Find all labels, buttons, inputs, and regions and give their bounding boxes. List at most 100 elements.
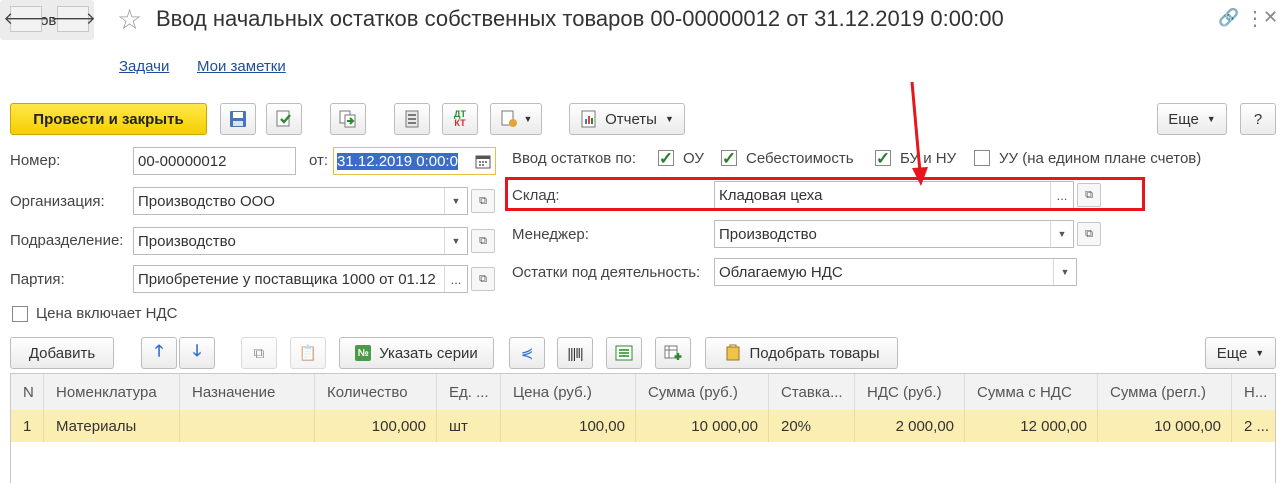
manager-value: Производство — [719, 225, 817, 243]
chevron-down-icon[interactable]: ▼ — [1053, 259, 1076, 285]
date-field[interactable]: 31.12.2019 0:00:0 — [333, 147, 496, 175]
choose-button[interactable]: ... — [444, 266, 467, 292]
check-icon: ✓ — [658, 148, 674, 168]
pick-goods-button[interactable]: Подобрать товары — [705, 337, 898, 369]
move-down-button[interactable]: 🡓 — [179, 337, 215, 369]
column-header[interactable]: НДС (руб.) — [855, 374, 965, 410]
column-header[interactable]: Ед. ... — [437, 374, 501, 410]
paste-icon: 📋 — [298, 345, 318, 362]
move-up-button[interactable]: 🡑 — [141, 337, 177, 369]
tab-tasks[interactable]: Задачи — [119, 58, 169, 75]
cell-quantity[interactable]: 100,000 — [315, 410, 437, 442]
create-document-button[interactable]: ▼ — [490, 103, 542, 135]
goods-table[interactable]: N Номенклатура Назначение Количество Ед.… — [10, 373, 1276, 483]
copy-button[interactable]: ⧉ — [241, 337, 277, 369]
party-field[interactable]: Приобретение у поставщика 1000 от 01.12.… — [133, 265, 468, 293]
create-based-on-button[interactable] — [330, 103, 366, 135]
number-label: Номер: — [10, 152, 61, 169]
activity-field[interactable]: Облагаемую НДС ▼ — [714, 258, 1077, 286]
fill-button[interactable] — [606, 337, 642, 369]
table-more-button[interactable]: Еще ▼ — [1205, 337, 1276, 369]
column-header[interactable]: Сумма (регл.) — [1098, 374, 1232, 410]
split-button[interactable]: ⋞ — [509, 337, 545, 369]
highlight-box — [505, 177, 1145, 211]
open-party-button[interactable]: ⧉ — [471, 267, 495, 291]
cell-extra[interactable]: 2 ... — [1232, 410, 1275, 442]
link-icon[interactable]: 🔗 — [1218, 8, 1239, 28]
add-rows-button[interactable] — [655, 337, 691, 369]
uu-checkbox[interactable] — [974, 150, 990, 166]
list-icon — [405, 110, 419, 128]
organization-label: Организация: — [10, 193, 105, 210]
split-icon: ⋞ — [520, 345, 534, 362]
reports-button[interactable]: Отчеты ▼ — [569, 103, 685, 135]
structure-button[interactable] — [394, 103, 430, 135]
price-includes-vat-checkbox[interactable] — [12, 306, 28, 322]
close-icon[interactable]: ✕ — [1263, 7, 1278, 28]
cell-nomenclature[interactable]: Материалы — [44, 410, 180, 442]
column-header[interactable]: Номенклатура — [44, 374, 180, 410]
specify-series-button[interactable]: № Указать серии — [339, 337, 494, 369]
cell-sum-with-vat[interactable]: 12 000,00 — [965, 410, 1098, 442]
number-field[interactable]: 00-00000012 — [133, 147, 296, 175]
paste-button[interactable]: 📋 — [290, 337, 326, 369]
cell-unit[interactable]: шт — [437, 410, 501, 442]
column-header[interactable]: Ставка... — [769, 374, 855, 410]
bu-nu-checkbox[interactable]: ✓ — [875, 150, 891, 167]
chevron-down-icon: ▼ — [523, 114, 533, 124]
date-from-label: от: — [309, 152, 329, 169]
ou-label: ОУ — [683, 150, 704, 167]
check-icon: ✓ — [721, 148, 737, 168]
ou-checkbox[interactable]: ✓ — [658, 148, 674, 168]
star-icon[interactable]: ☆ — [117, 3, 142, 36]
column-header[interactable]: Цена (руб.) — [501, 374, 636, 410]
help-button[interactable]: ? — [1240, 103, 1276, 135]
cell-vat-rate[interactable]: 20% — [769, 410, 855, 442]
cell-sum[interactable]: 10 000,00 — [636, 410, 769, 442]
cell-price[interactable]: 100,00 — [501, 410, 636, 442]
number-value: 00-00000012 — [138, 152, 227, 170]
manager-field[interactable]: Производство ▼ — [714, 220, 1074, 248]
add-button[interactable]: Добавить — [10, 337, 114, 369]
post-button[interactable] — [266, 103, 302, 135]
page-title: Ввод начальных остатков собственных това… — [156, 6, 1004, 31]
forward-button[interactable]: 🡒 — [50, 6, 96, 32]
barcode-button[interactable]: |||‖| — [557, 337, 593, 369]
chevron-down-icon[interactable]: ▼ — [1050, 221, 1073, 247]
table-row[interactable]: 1 Материалы 100,000 шт 100,00 10 000,00 … — [11, 410, 1275, 442]
column-header[interactable]: Сумма с НДС — [965, 374, 1098, 410]
reports-icon — [581, 110, 596, 128]
organization-field[interactable]: Производство ООО ▼ — [133, 187, 468, 215]
column-header[interactable]: Н... — [1232, 374, 1275, 410]
chevron-down-icon: ▼ — [664, 114, 674, 124]
balance-by-label: Ввод остатков по: — [512, 150, 637, 167]
dt-kt-button[interactable]: ДТ КТ — [442, 103, 478, 135]
cell-sum-regl[interactable]: 10 000,00 — [1098, 410, 1232, 442]
column-header[interactable]: Сумма (руб.) — [636, 374, 769, 410]
open-manager-button[interactable]: ⧉ — [1077, 222, 1101, 246]
cell-n[interactable]: 1 — [11, 410, 44, 442]
calendar-icon[interactable] — [475, 153, 491, 169]
date-value: 31.12.2019 0:00:0 — [337, 152, 458, 170]
cost-checkbox[interactable]: ✓ — [721, 148, 737, 168]
save-button[interactable] — [220, 103, 256, 135]
column-header[interactable]: Количество — [315, 374, 437, 410]
open-department-button[interactable]: ⧉ — [471, 229, 495, 253]
department-field[interactable]: Производство ▼ — [133, 227, 468, 255]
column-header[interactable]: N — [11, 374, 44, 410]
department-label: Подразделение: — [10, 232, 124, 249]
more-vertical-icon[interactable]: ⋮ — [1245, 6, 1265, 31]
open-organization-button[interactable]: ⧉ — [471, 189, 495, 213]
chevron-down-icon[interactable]: ▼ — [444, 188, 467, 214]
pick-icon — [726, 344, 739, 361]
cell-vat[interactable]: 2 000,00 — [855, 410, 965, 442]
chevron-down-icon[interactable]: ▼ — [444, 228, 467, 254]
more-button[interactable]: Еще ▼ — [1157, 103, 1227, 135]
cell-purpose[interactable] — [180, 410, 315, 442]
party-value: Приобретение у поставщика 1000 от 01.12 — [138, 270, 436, 288]
post-and-close-button[interactable]: Провести и закрыть — [10, 103, 207, 135]
column-header[interactable]: Назначение — [180, 374, 315, 410]
tab-notes[interactable]: Мои заметки — [197, 58, 286, 75]
back-button[interactable]: 🡐 — [3, 6, 49, 32]
arrow-right-icon: 🡒 — [50, 9, 96, 28]
